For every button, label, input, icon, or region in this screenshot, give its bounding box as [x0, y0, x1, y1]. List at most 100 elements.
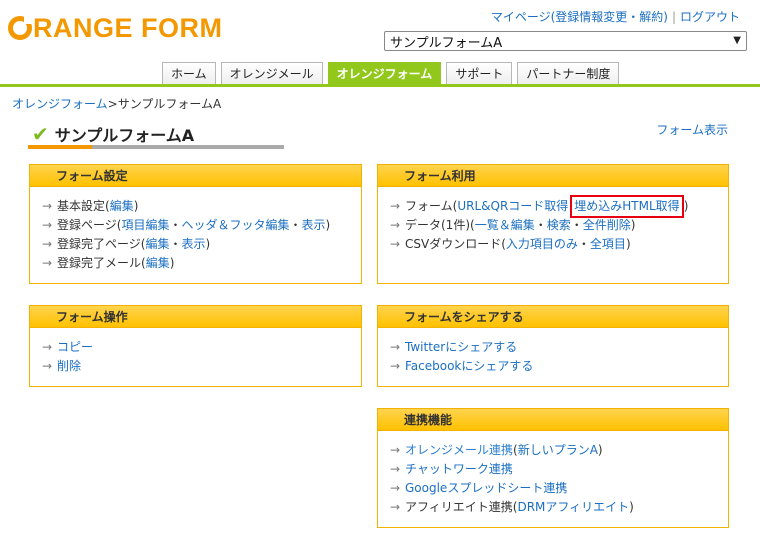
paren-close: )	[169, 256, 175, 270]
breadcrumb-root-link[interactable]: オレンジフォーム	[12, 97, 108, 111]
tab-orange-mail[interactable]: オレンジメール	[220, 62, 323, 84]
item-label: フォーム(	[405, 199, 458, 213]
arrow-right-icon: →	[390, 199, 401, 213]
panel-form-usage: フォーム利用 → フォーム(URL&QRコード取得 埋め込みHTML取得) → データ…	[377, 164, 729, 284]
delete-link[interactable]: 削除	[57, 357, 81, 376]
paren-close: )	[625, 237, 631, 251]
basic-settings-edit-link[interactable]: 編集	[110, 197, 134, 216]
list-item: → アフィリエイト連携(DRMアフィリエイト)	[390, 498, 728, 517]
dot-separator: ・	[570, 218, 583, 232]
header-footer-edit-link[interactable]: ヘッダ＆フッタ編集	[181, 216, 289, 235]
facebook-share-link[interactable]: Facebookにシェアする	[405, 357, 533, 376]
panel-form-settings: フォーム設定 → 基本設定 (編集) → 登録ページ (項目編集・ヘッダ＆フッタ編集…	[29, 164, 362, 284]
copy-link[interactable]: コピー	[57, 338, 93, 357]
top-links: マイページ(登録情報変更・解約) | ログアウト	[491, 8, 740, 25]
new-plan-a-link[interactable]: 新しいプランA	[518, 441, 598, 460]
form-selector-value: サンプルフォームA	[390, 35, 503, 51]
complete-page-edit-link[interactable]: 編集	[145, 235, 169, 254]
panel-header: 連携機能	[378, 409, 728, 431]
google-sheets-integration-link[interactable]: Googleスプレッドシート連携	[405, 479, 567, 498]
complete-mail-edit-link[interactable]: 編集	[146, 254, 170, 273]
panel-form-operations: フォーム操作 → コピー → 削除	[29, 305, 362, 387]
list-item: → 登録完了メール (編集)	[42, 254, 361, 273]
list-item: → Twitterにシェアする	[390, 338, 728, 357]
main-nav: ホーム オレンジメール オレンジフォーム サポート パートナー制度	[162, 62, 620, 84]
panel-list: → 基本設定 (編集) → 登録ページ (項目編集・ヘッダ＆フッタ編集・表示) → 登…	[30, 187, 361, 273]
arrow-right-icon: →	[390, 340, 401, 354]
data-list-edit-link[interactable]: 一覧＆編集	[475, 216, 535, 235]
arrow-right-icon: →	[390, 500, 401, 514]
csv-all-fields-link[interactable]: 全項目	[590, 235, 626, 254]
arrow-right-icon: →	[42, 340, 53, 354]
list-item: → オレンジメール連携 (新しいプランA)	[390, 441, 728, 460]
orange-mail-integration-link[interactable]: オレンジメール連携	[405, 441, 513, 460]
paren-close: )	[597, 443, 603, 457]
list-item: → データ(1件) (一覧＆編集・検索・全件削除)	[390, 216, 728, 235]
item-label: 登録ページ	[57, 218, 117, 232]
chatwork-integration-link[interactable]: チャットワーク連携	[405, 460, 513, 479]
page-title-text: サンプルフォームA	[54, 126, 195, 145]
list-item: → フォーム(URL&QRコード取得 埋め込みHTML取得)	[390, 195, 728, 218]
title-underline	[28, 145, 284, 149]
panel-header: フォームをシェアする	[378, 306, 728, 328]
orange-form-logo[interactable]: RANGE FORM	[8, 13, 223, 43]
dot-separator: ・	[169, 237, 182, 251]
complete-page-view-link[interactable]: 表示	[181, 235, 205, 254]
paren-close: )	[325, 218, 331, 232]
field-edit-link[interactable]: 項目編集	[121, 216, 169, 235]
form-selector[interactable]: サンプルフォームA ▼	[384, 31, 747, 51]
item-label: 登録完了メール	[57, 256, 142, 270]
embed-html-link[interactable]: 埋め込みHTML取得	[570, 195, 684, 218]
list-item: → コピー	[42, 338, 361, 357]
mypage-link[interactable]: マイページ(登録情報変更・解約)	[491, 8, 668, 25]
item-label: アフィリエイト連携(	[405, 500, 518, 514]
paren-close: )	[630, 218, 636, 232]
list-item: → Facebookにシェアする	[390, 357, 728, 376]
paren-close: )	[629, 500, 634, 514]
registration-page-view-link[interactable]: 表示	[302, 216, 326, 235]
arrow-right-icon: →	[42, 359, 53, 373]
title-underline-accent	[28, 145, 92, 149]
csv-input-only-link[interactable]: 入力項目のみ	[506, 235, 578, 254]
twitter-share-link[interactable]: Twitterにシェアする	[405, 338, 517, 357]
panel-integrations: 連携機能 → オレンジメール連携 (新しいプランA) → チャットワーク連携 → Go…	[377, 408, 729, 528]
item-label: CSVダウンロード(	[405, 237, 506, 251]
form-view-link[interactable]: フォーム表示	[656, 121, 728, 138]
data-search-link[interactable]: 検索	[547, 216, 571, 235]
drm-affiliate-link[interactable]: DRMアフィリエイト	[517, 498, 629, 517]
item-label: 基本設定	[57, 199, 106, 213]
arrow-right-icon: →	[390, 481, 401, 495]
panel-header: フォーム利用	[378, 165, 728, 187]
url-qr-link[interactable]: URL&QRコード取得	[457, 197, 568, 216]
panel-list: → オレンジメール連携 (新しいプランA) → チャットワーク連携 → Googleス…	[378, 431, 728, 517]
panel-header: フォーム設定	[30, 165, 361, 187]
arrow-right-icon: →	[42, 237, 53, 251]
panel-list: → Twitterにシェアする → Facebookにシェアする	[378, 328, 728, 376]
arrow-right-icon: →	[42, 256, 53, 270]
list-item: → CSVダウンロード(入力項目のみ・全項目)	[390, 235, 728, 254]
arrow-right-icon: →	[42, 218, 53, 232]
list-item: → 登録完了ページ (編集・表示)	[42, 235, 361, 254]
list-item: → 登録ページ (項目編集・ヘッダ＆フッタ編集・表示)	[42, 216, 361, 235]
dot-separator: ・	[577, 237, 590, 251]
tab-orange-form[interactable]: オレンジフォーム	[327, 62, 442, 84]
tab-partner[interactable]: パートナー制度	[517, 62, 620, 84]
arrow-right-icon: →	[390, 359, 401, 373]
list-item: → 削除	[42, 357, 361, 376]
tab-home[interactable]: ホーム	[162, 62, 216, 84]
panel-share: フォームをシェアする → Twitterにシェアする → Facebookにシェアす…	[377, 305, 729, 387]
arrow-right-icon: →	[390, 218, 401, 232]
arrow-right-icon: →	[390, 462, 401, 476]
arrow-right-icon: →	[42, 199, 53, 213]
panel-list: → フォーム(URL&QRコード取得 埋め込みHTML取得) → データ(1件) (一…	[378, 187, 728, 254]
tab-support[interactable]: サポート	[446, 62, 513, 84]
breadcrumb-separator: >	[107, 97, 118, 111]
logout-link[interactable]: ログアウト	[680, 8, 740, 25]
dot-separator: ・	[534, 218, 547, 232]
paren-close: )	[205, 237, 211, 251]
dot-separator: ・	[289, 218, 302, 232]
checkmark-icon: ✔	[32, 122, 49, 146]
breadcrumb: オレンジフォーム>サンプルフォームA	[12, 95, 221, 112]
data-delete-all-link[interactable]: 全件削除	[583, 216, 631, 235]
item-label: データ(1件)	[405, 218, 470, 232]
